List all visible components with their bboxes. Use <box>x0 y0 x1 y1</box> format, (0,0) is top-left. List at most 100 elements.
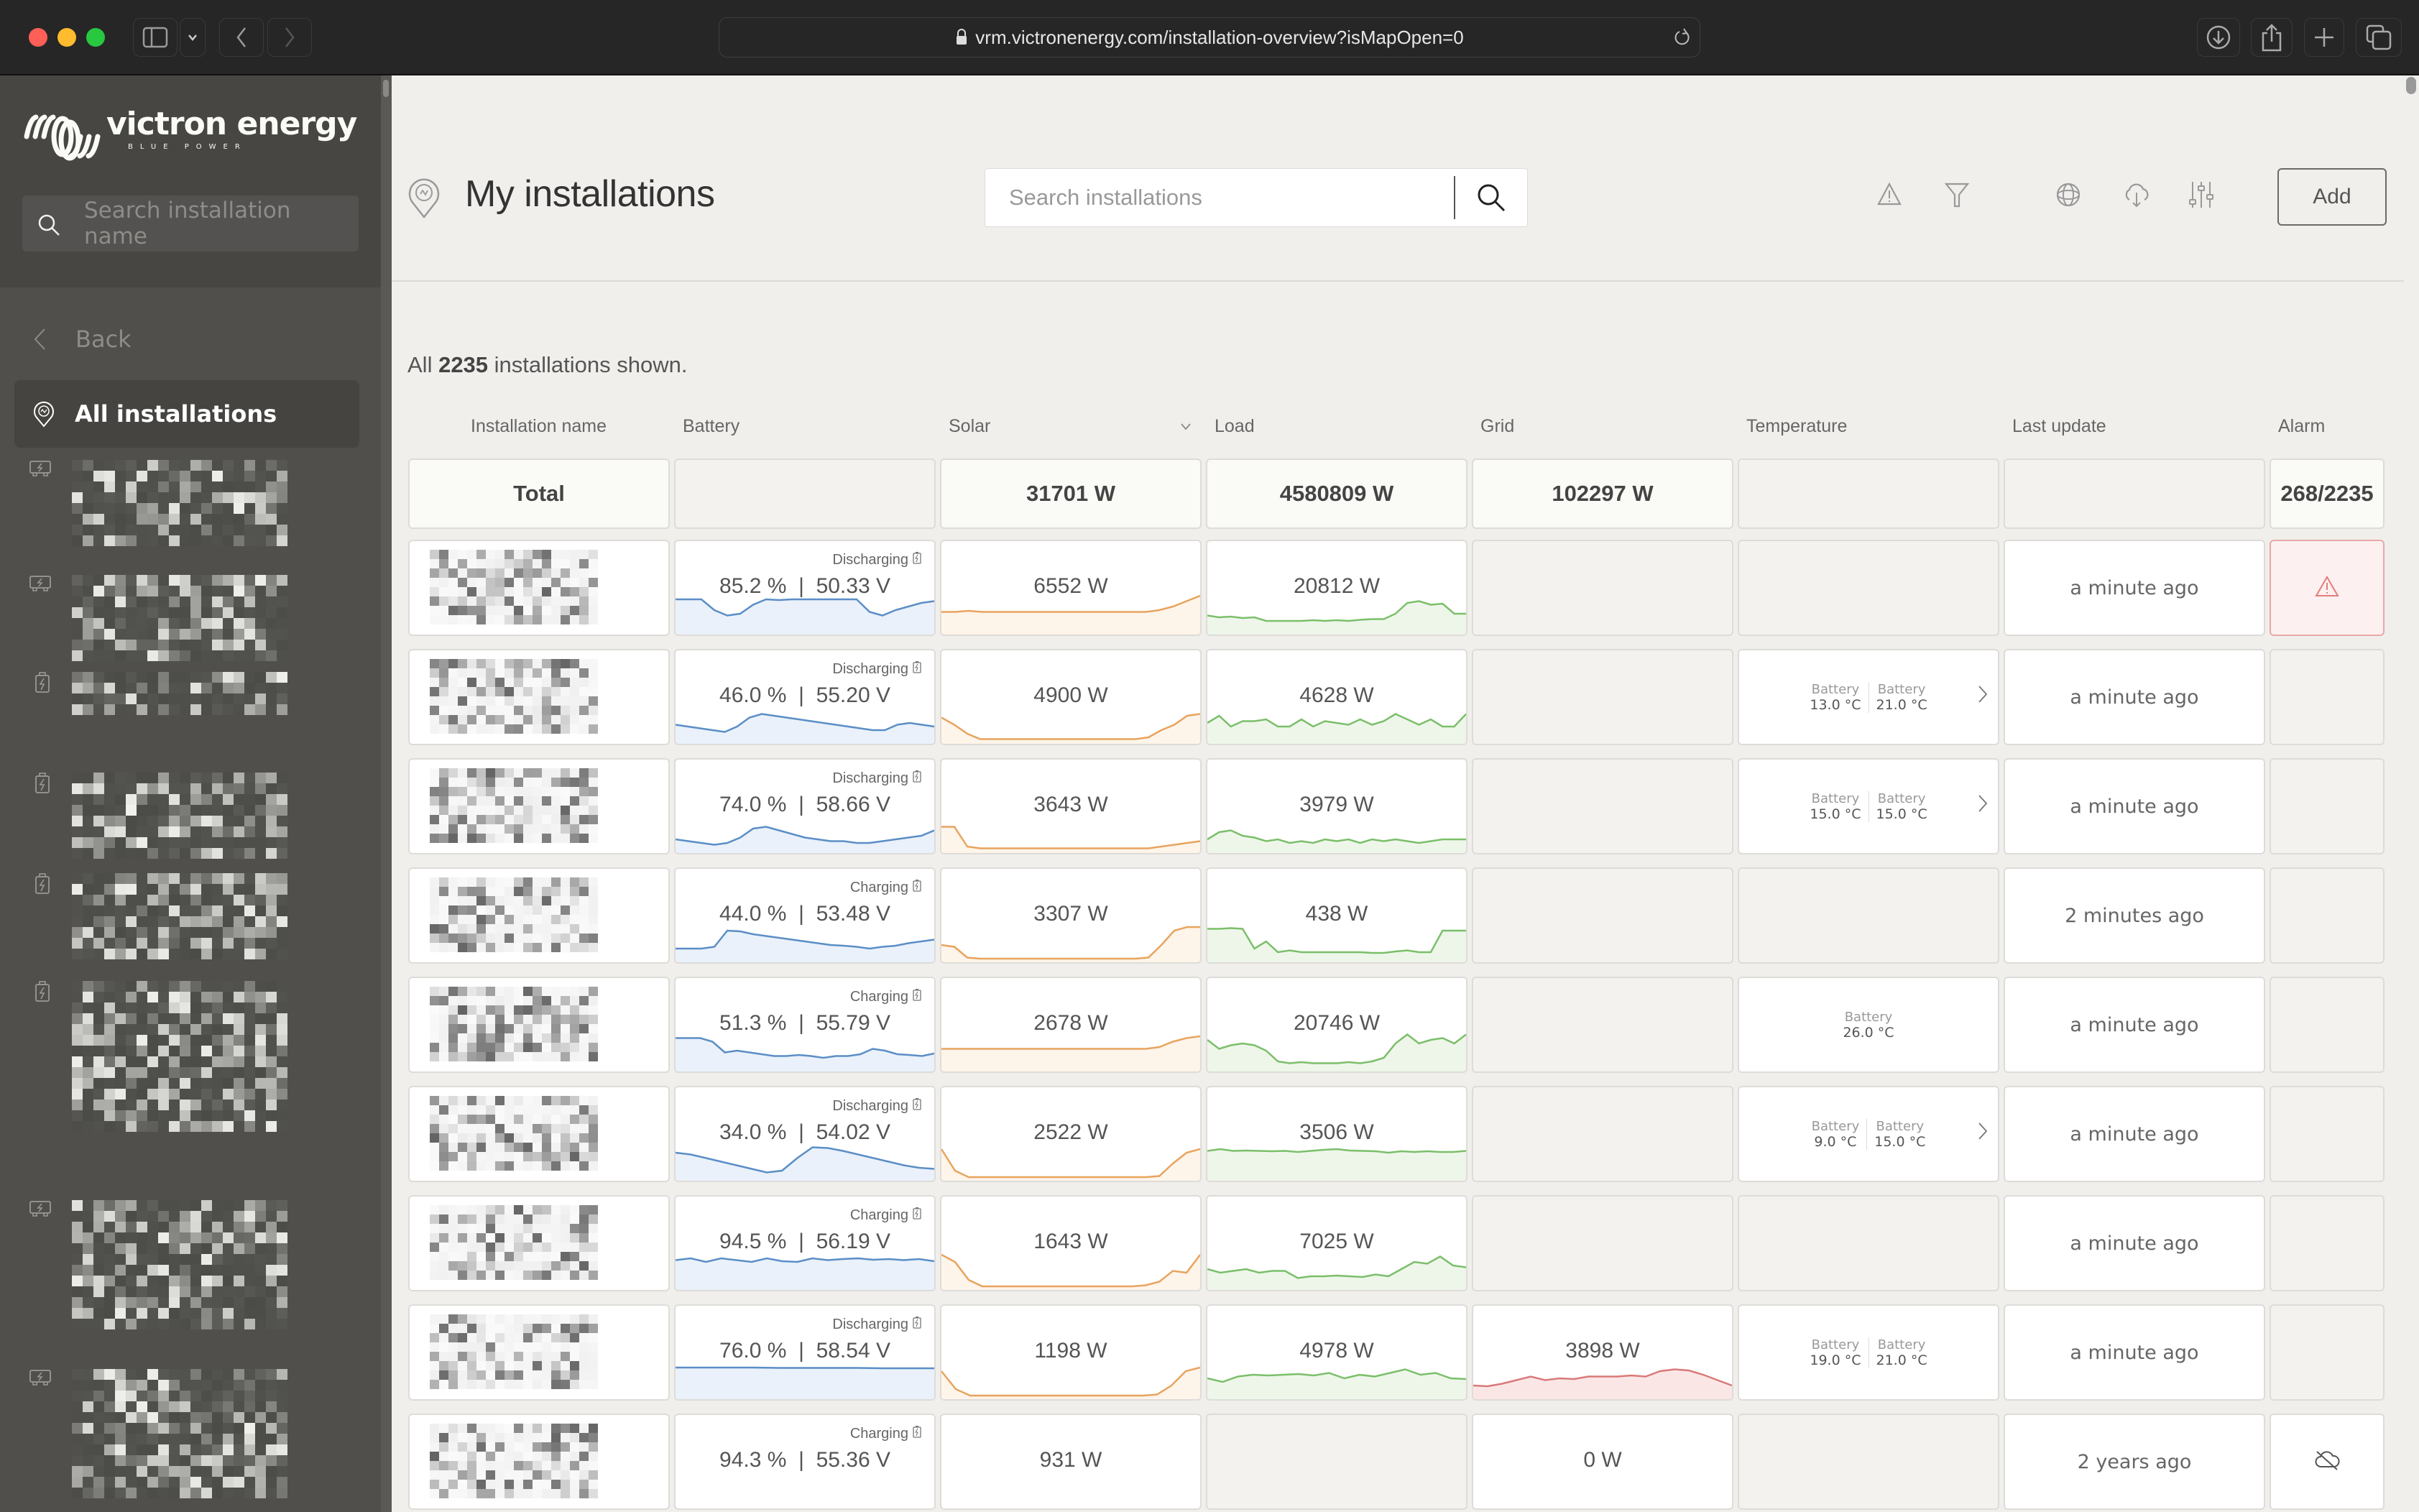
alarm-cell[interactable] <box>2270 1195 2385 1291</box>
load-cell[interactable]: 3506 W <box>1206 1086 1467 1182</box>
globe-icon[interactable] <box>2055 182 2081 208</box>
last-update-cell[interactable]: 2 minutes ago <box>2004 867 2265 964</box>
solar-cell[interactable]: 3643 W <box>940 758 1202 854</box>
alarm-warning-icon[interactable] <box>2315 575 2339 600</box>
load-cell[interactable]: 3979 W <box>1206 758 1467 854</box>
back-nav-button[interactable] <box>219 18 264 57</box>
page-scrollbar-thumb[interactable] <box>2406 77 2416 94</box>
battery-cell[interactable]: Discharging 34.0 % | 54.02 V <box>674 1086 936 1182</box>
alarm-cell[interactable] <box>2270 977 2385 1073</box>
solar-cell[interactable]: 6552 W <box>940 540 1202 636</box>
battery-cell[interactable]: Charging 94.5 % | 56.19 V <box>674 1195 936 1291</box>
forward-nav-button[interactable] <box>267 18 312 57</box>
search-icon[interactable] <box>1474 180 1508 215</box>
battery-cell[interactable]: Discharging 76.0 % | 58.54 V <box>674 1304 936 1401</box>
temperature-cell[interactable]: Battery 13.0 °C Battery 21.0 °C <box>1738 649 1999 745</box>
column-header-solar[interactable]: Solar <box>949 416 990 437</box>
alarm-cell[interactable] <box>2270 540 2385 636</box>
temperature-cell[interactable] <box>1738 540 1999 636</box>
column-header-load[interactable]: Load <box>1215 416 1255 437</box>
battery-cell[interactable]: Discharging 46.0 % | 55.20 V <box>674 649 936 745</box>
grid-cell[interactable] <box>1472 1195 1733 1291</box>
downloads-button[interactable] <box>2197 18 2240 57</box>
load-cell[interactable]: 20812 W <box>1206 540 1467 636</box>
battery-cell[interactable]: Discharging 74.0 % | 58.66 V <box>674 758 936 854</box>
sidebar-scrollbar-thumb[interactable] <box>383 80 389 97</box>
last-update-cell[interactable]: 2 years ago <box>2004 1414 2265 1510</box>
new-tab-button[interactable] <box>2304 18 2344 57</box>
installation-name-cell[interactable] <box>408 1414 670 1510</box>
last-update-cell[interactable]: a minute ago <box>2004 1304 2265 1401</box>
load-cell[interactable]: 4978 W <box>1206 1304 1467 1401</box>
add-installation-button[interactable]: Add <box>2277 168 2387 226</box>
share-button[interactable] <box>2251 18 2293 57</box>
grid-cell[interactable] <box>1472 540 1733 636</box>
last-update-cell[interactable]: a minute ago <box>2004 977 2265 1073</box>
last-update-cell[interactable]: a minute ago <box>2004 1195 2265 1291</box>
alarm-cell[interactable] <box>2270 758 2385 854</box>
temperature-cell[interactable] <box>1738 1414 1999 1510</box>
installation-name-cell[interactable] <box>408 1304 670 1401</box>
sidebar-search-input[interactable]: Search installation name <box>22 195 359 252</box>
battery-cell[interactable]: Discharging 85.2 % | 50.33 V <box>674 540 936 636</box>
sort-chevron-icon[interactable] <box>1180 420 1192 434</box>
solar-cell[interactable]: 2678 W <box>940 977 1202 1073</box>
column-header-last-update[interactable]: Last update <box>2012 416 2106 437</box>
solar-cell[interactable]: 4900 W <box>940 649 1202 745</box>
temperature-cell[interactable]: Battery 26.0 °C <box>1738 977 1999 1073</box>
installation-name-cell[interactable] <box>408 867 670 964</box>
installation-name-cell[interactable] <box>408 977 670 1073</box>
close-window-button[interactable] <box>29 28 47 47</box>
installation-name-cell[interactable] <box>408 649 670 745</box>
alarm-cell[interactable] <box>2270 1304 2385 1401</box>
alarm-cell[interactable] <box>2270 867 2385 964</box>
last-update-cell[interactable]: a minute ago <box>2004 540 2265 636</box>
last-update-cell[interactable]: a minute ago <box>2004 649 2265 745</box>
grid-cell[interactable]: 0 W <box>1472 1414 1733 1510</box>
installation-name-cell[interactable] <box>408 1086 670 1182</box>
solar-cell[interactable]: 931 W <box>940 1414 1202 1510</box>
load-cell[interactable]: 438 W <box>1206 867 1467 964</box>
chevron-right-icon[interactable] <box>1978 685 1988 709</box>
grid-cell[interactable] <box>1472 1086 1733 1182</box>
load-cell[interactable]: 4628 W <box>1206 649 1467 745</box>
solar-cell[interactable]: 2522 W <box>940 1086 1202 1182</box>
tab-group-dropdown[interactable] <box>180 18 206 57</box>
installations-search-input[interactable]: Search installations <box>985 168 1528 227</box>
temperature-cell[interactable]: Battery 9.0 °C Battery 15.0 °C <box>1738 1086 1999 1182</box>
column-header-battery[interactable]: Battery <box>683 416 739 437</box>
load-cell[interactable]: 7025 W <box>1206 1195 1467 1291</box>
alarm-cell[interactable] <box>2270 1086 2385 1182</box>
grid-cell[interactable]: 3898 W <box>1472 1304 1733 1401</box>
temperature-cell[interactable]: Battery 19.0 °C Battery 21.0 °C <box>1738 1304 1999 1401</box>
tab-overview-button[interactable] <box>2356 18 2402 57</box>
column-header-grid[interactable]: Grid <box>1480 416 1514 437</box>
alarm-cell[interactable] <box>2270 1414 2385 1510</box>
cloud-download-icon[interactable] <box>2122 182 2151 208</box>
installation-name-cell[interactable] <box>408 758 670 854</box>
temperature-cell[interactable]: Battery 15.0 °C Battery 15.0 °C <box>1738 758 1999 854</box>
minimize-window-button[interactable] <box>57 28 76 47</box>
cloud-offline-icon[interactable] <box>2314 1449 2340 1474</box>
solar-cell[interactable]: 3307 W <box>940 867 1202 964</box>
battery-cell[interactable]: Charging 94.3 % | 55.36 V <box>674 1414 936 1510</box>
column-header-alarm[interactable]: Alarm <box>2278 416 2325 437</box>
last-update-cell[interactable]: a minute ago <box>2004 1086 2265 1182</box>
sidebar-scrollbar[interactable] <box>381 75 392 1512</box>
load-cell[interactable] <box>1206 1414 1467 1510</box>
last-update-cell[interactable]: a minute ago <box>2004 758 2265 854</box>
back-link[interactable]: Back <box>32 326 132 353</box>
sidebar-item-all-installations[interactable]: All installations <box>14 380 359 448</box>
chevron-right-icon[interactable] <box>1978 794 1988 818</box>
alarm-icon[interactable] <box>1876 182 1902 206</box>
reload-icon[interactable] <box>1674 27 1691 47</box>
alarm-cell[interactable] <box>2270 649 2385 745</box>
filter-icon[interactable] <box>1944 182 1970 208</box>
temperature-cell[interactable] <box>1738 1195 1999 1291</box>
grid-cell[interactable] <box>1472 758 1733 854</box>
solar-cell[interactable]: 1643 W <box>940 1195 1202 1291</box>
address-bar[interactable]: vrm.victronenergy.com/installation-overv… <box>719 17 1700 57</box>
grid-cell[interactable] <box>1472 649 1733 745</box>
installation-name-cell[interactable] <box>408 540 670 636</box>
temperature-cell[interactable] <box>1738 867 1999 964</box>
